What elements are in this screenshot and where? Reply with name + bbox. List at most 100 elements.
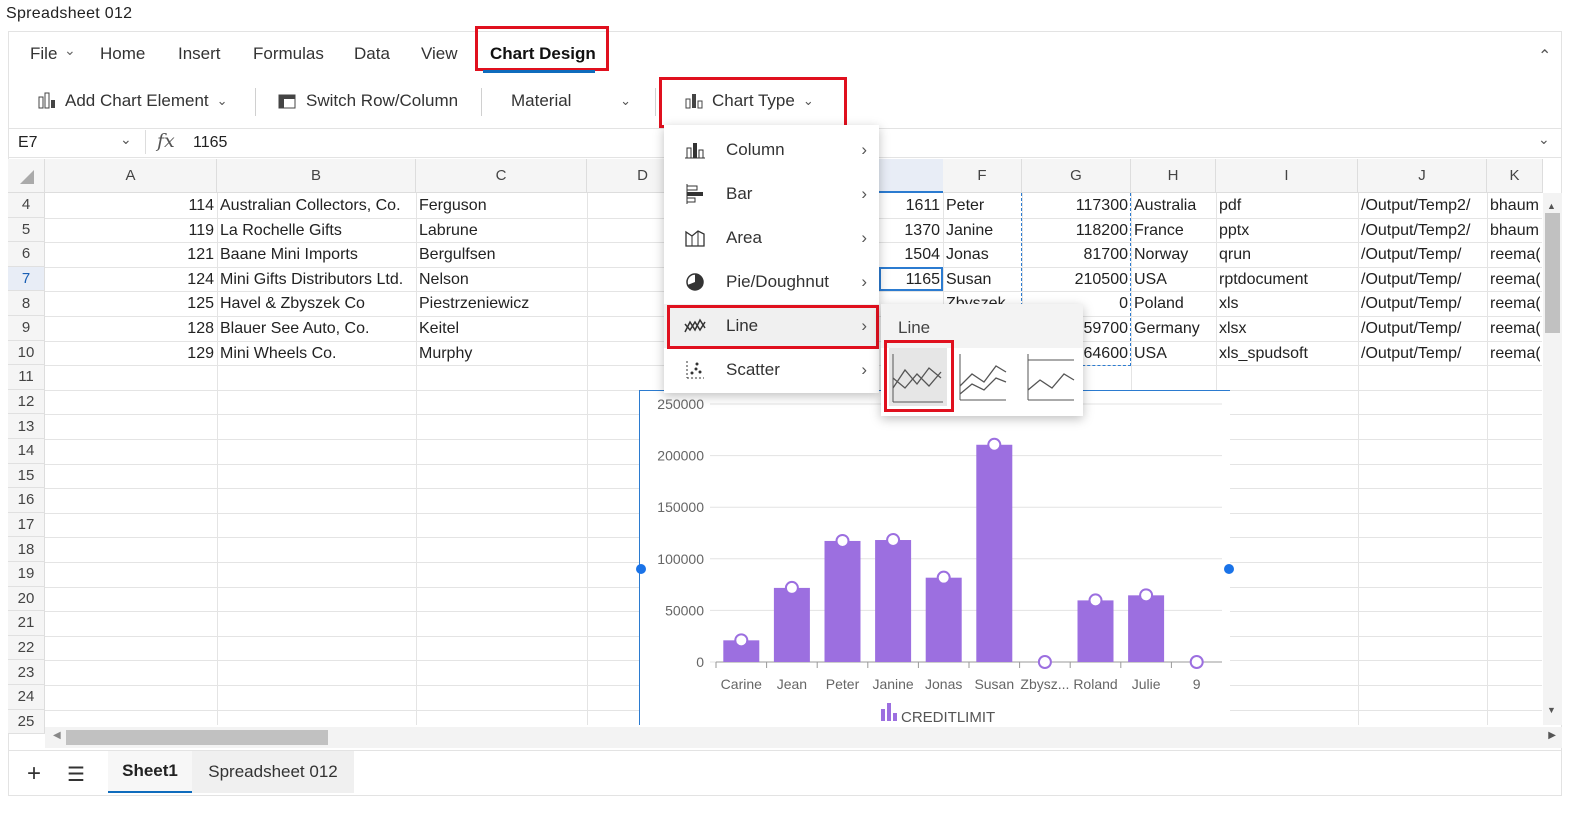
row-header-18[interactable]: 18 xyxy=(8,537,45,562)
column-header-h[interactable]: H xyxy=(1131,159,1216,193)
menu-item-bar[interactable]: Bar › xyxy=(664,172,879,216)
chart-resize-handle[interactable] xyxy=(636,564,646,574)
cell-a4[interactable]: 114 xyxy=(48,194,214,218)
cell-c8[interactable]: Piestrzeniewicz xyxy=(419,292,584,316)
cell-i6[interactable]: qrun xyxy=(1219,243,1355,267)
switch-row-column-button[interactable]: Switch Row/Column xyxy=(276,91,458,111)
menu-item-column[interactable]: Column › xyxy=(664,128,879,172)
cell-b6[interactable]: Baane Mini Imports xyxy=(220,243,413,267)
cell-f6[interactable]: Jonas xyxy=(946,243,1019,267)
cell-k9[interactable]: reema( xyxy=(1490,317,1540,341)
column-header-e[interactable] xyxy=(879,159,943,193)
row-header-5[interactable]: 5 xyxy=(8,217,45,243)
row-header-19[interactable]: 19 xyxy=(8,562,45,587)
cell-b4[interactable]: Australian Collectors, Co. xyxy=(220,194,413,218)
cell-f7[interactable]: Susan xyxy=(946,268,1019,292)
add-chart-element-button[interactable]: Add Chart Element ⌄ xyxy=(37,91,228,111)
row-header-12[interactable]: 12 xyxy=(8,389,45,415)
cell-k7[interactable]: reema( xyxy=(1490,268,1540,292)
cell-b8[interactable]: Havel & Zbyszek Co xyxy=(220,292,413,316)
sheet-tab-spreadsheet-012[interactable]: Spreadsheet 012 xyxy=(192,751,354,793)
column-header-c[interactable]: C xyxy=(416,159,587,193)
row-header-16[interactable]: 16 xyxy=(8,488,45,513)
vertical-scrollbar[interactable]: ▲ ▼ xyxy=(1543,193,1562,725)
column-header-a[interactable]: A xyxy=(45,159,217,193)
cell-j6[interactable]: /Output/Temp/ xyxy=(1361,243,1484,267)
cell-j8[interactable]: /Output/Temp/ xyxy=(1361,292,1484,316)
cell-b5[interactable]: La Rochelle Gifts xyxy=(220,219,413,243)
cell-i5[interactable]: pptx xyxy=(1219,219,1355,243)
row-header-13[interactable]: 13 xyxy=(8,414,45,439)
select-all-corner[interactable] xyxy=(8,159,45,193)
cell-h5[interactable]: France xyxy=(1134,219,1213,243)
column-header-k[interactable]: K xyxy=(1487,159,1543,193)
cell-i9[interactable]: xlsx xyxy=(1219,317,1355,341)
add-sheet-icon[interactable]: + xyxy=(27,760,41,788)
cell-k8[interactable]: reema( xyxy=(1490,292,1540,316)
tab-home[interactable]: Home xyxy=(100,44,145,64)
row-header-25[interactable]: 25 xyxy=(8,709,45,735)
column-header-f[interactable]: F xyxy=(943,159,1022,193)
chevron-down-icon[interactable]: ⌄ xyxy=(64,42,76,59)
stacked-line-chart-option[interactable] xyxy=(956,350,1010,404)
tab-insert[interactable]: Insert xyxy=(178,44,221,64)
chart-resize-handle[interactable] xyxy=(1224,564,1234,574)
tab-formulas[interactable]: Formulas xyxy=(253,44,324,64)
cell-c9[interactable]: Keitel xyxy=(419,317,584,341)
chart-area[interactable]: 0 50000 100000 150000 200000 250000 Carine Jean… xyxy=(639,390,1230,726)
cell-a9[interactable]: 128 xyxy=(48,317,214,341)
formula-input[interactable]: 1165 xyxy=(193,134,227,152)
column-header-i[interactable]: I xyxy=(1216,159,1358,193)
cell-a7[interactable]: 124 xyxy=(48,268,214,292)
cell-h7[interactable]: USA xyxy=(1134,268,1213,292)
sheet-tab-sheet1[interactable]: Sheet1 xyxy=(108,751,192,793)
row-header-7[interactable]: 7 xyxy=(8,266,45,292)
cell-h4[interactable]: Australia xyxy=(1134,194,1213,218)
cell-i4[interactable]: pdf xyxy=(1219,194,1355,218)
cell-c4[interactable]: Ferguson xyxy=(419,194,584,218)
cell-j7[interactable]: /Output/Temp/ xyxy=(1361,268,1484,292)
chevron-down-icon[interactable]: ⌄ xyxy=(120,131,132,148)
cell-c5[interactable]: Labrune xyxy=(419,219,584,243)
expand-formula-icon[interactable]: ⌄ xyxy=(1538,131,1550,148)
cell-c10[interactable]: Murphy xyxy=(419,342,584,366)
cell-f4[interactable]: Peter xyxy=(946,194,1019,218)
row-header-14[interactable]: 14 xyxy=(8,439,45,464)
column-header-g[interactable]: G xyxy=(1022,159,1131,193)
column-header-b[interactable]: B xyxy=(217,159,416,193)
sheet-list-icon[interactable]: ☰ xyxy=(67,762,85,787)
cell-a6[interactable]: 121 xyxy=(48,243,214,267)
row-header-17[interactable]: 17 xyxy=(8,512,45,538)
cell-b9[interactable]: Blauer See Auto, Co. xyxy=(220,317,413,341)
menu-item-area[interactable]: Area › xyxy=(664,216,879,260)
row-header-11[interactable]: 11 xyxy=(8,365,45,390)
cell-k4[interactable]: bhaum xyxy=(1490,194,1540,218)
cell-k6[interactable]: reema( xyxy=(1490,243,1540,267)
column-header-j[interactable]: J xyxy=(1358,159,1487,193)
cell-c7[interactable]: Nelson xyxy=(419,268,584,292)
cell-h8[interactable]: Poland xyxy=(1134,292,1213,316)
cell-k5[interactable]: bhaum xyxy=(1490,219,1540,243)
row-header-20[interactable]: 20 xyxy=(8,586,45,612)
row-header-22[interactable]: 22 xyxy=(8,635,45,661)
row-header-8[interactable]: 8 xyxy=(8,291,45,316)
tab-data[interactable]: Data xyxy=(354,44,390,64)
cell-k10[interactable]: reema( xyxy=(1490,342,1540,366)
cell-i7[interactable]: rptdocument xyxy=(1219,268,1355,292)
row-header-4[interactable]: 4 xyxy=(8,193,45,218)
cell-j5[interactable]: /Output/Temp2/ xyxy=(1361,219,1484,243)
cell-j9[interactable]: /Output/Temp/ xyxy=(1361,317,1484,341)
cell-a8[interactable]: 125 xyxy=(48,292,214,316)
row-header-21[interactable]: 21 xyxy=(8,611,45,636)
cell-j4[interactable]: /Output/Temp2/ xyxy=(1361,194,1484,218)
vertical-scroll-thumb[interactable] xyxy=(1545,213,1560,333)
cell-b7[interactable]: Mini Gifts Distributors Ltd. xyxy=(220,268,413,292)
row-header-15[interactable]: 15 xyxy=(8,463,45,489)
cell-c6[interactable]: Bergulfsen xyxy=(419,243,584,267)
cell-b10[interactable]: Mini Wheels Co. xyxy=(220,342,413,366)
row-header-6[interactable]: 6 xyxy=(8,242,45,267)
row-header-24[interactable]: 24 xyxy=(8,685,45,710)
horizontal-scroll-thumb[interactable] xyxy=(66,730,328,745)
cell-f5[interactable]: Janine xyxy=(946,219,1019,243)
tab-view[interactable]: View xyxy=(421,44,458,64)
